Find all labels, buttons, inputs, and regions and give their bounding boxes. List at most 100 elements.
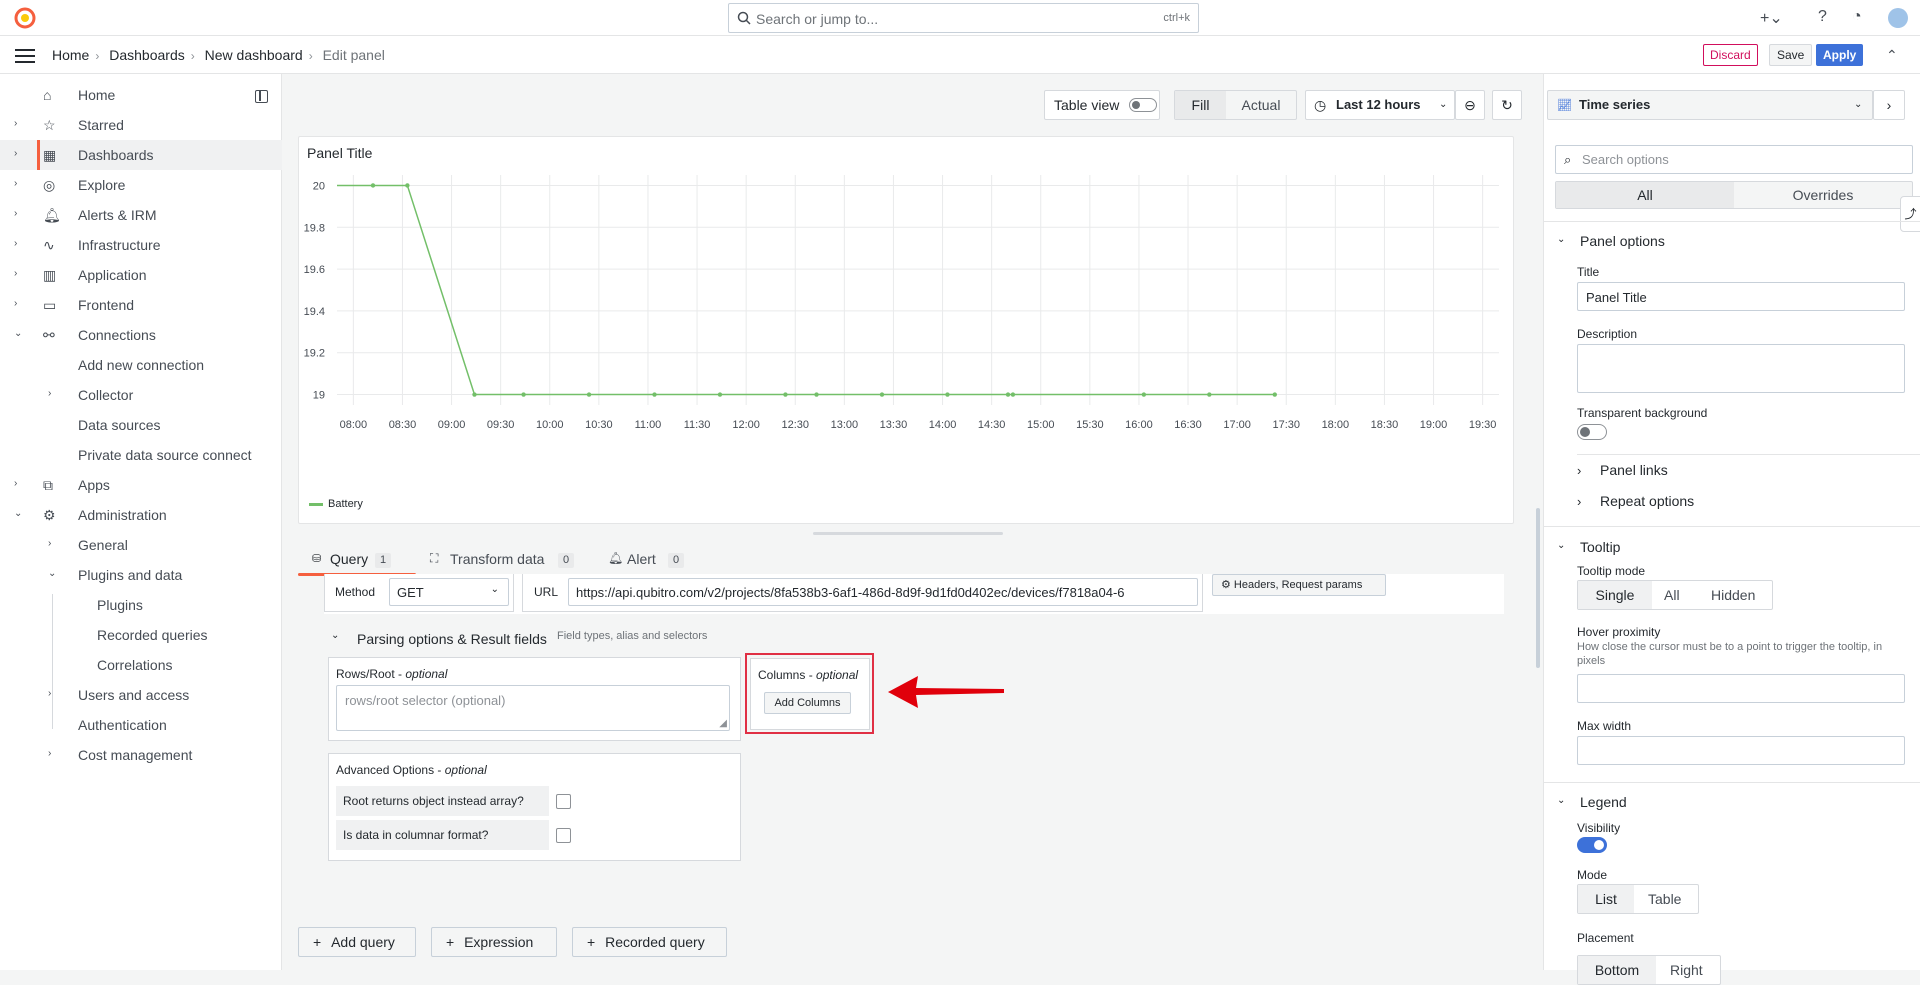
search-input[interactable]: Search or jump to... ctrl+k [728, 3, 1199, 33]
chevron-icon[interactable]: ⌄ [48, 568, 56, 579]
tooltip-mode-single[interactable]: Single [1578, 581, 1652, 609]
legend-header[interactable]: ⌄ Legend [1544, 787, 1920, 817]
sidebar-item-collector[interactable]: › Collector [0, 380, 282, 410]
repeat-options-header[interactable]: › Repeat options [1564, 486, 1920, 516]
tab-overrides[interactable]: Overrides [1734, 182, 1912, 208]
data-point[interactable] [945, 392, 950, 397]
tooltip-header[interactable]: ⌄ Tooltip [1544, 532, 1920, 562]
sidebar-item-authentication[interactable]: Authentication [0, 710, 282, 740]
chevron-down-icon[interactable]: ⌄ [331, 630, 339, 641]
sidebar-item-plugins-and-data[interactable]: ⌄ Plugins and data [0, 560, 282, 590]
max-width-input[interactable] [1577, 736, 1905, 765]
data-point[interactable] [879, 392, 885, 397]
data-point[interactable] [472, 392, 477, 397]
sidebar-item-plugins[interactable]: Plugins [0, 590, 282, 620]
root-object-checkbox[interactable] [556, 794, 571, 809]
add-new-icon[interactable]: +⌄ [1760, 8, 1783, 28]
sidebar-item-cost-management[interactable]: › Cost management [0, 740, 282, 770]
tooltip-mode-hidden[interactable]: Hidden [1711, 587, 1755, 603]
sidebar-item-administration[interactable]: ⌄ ⚙ Administration [0, 500, 282, 530]
data-point[interactable] [370, 183, 376, 188]
sidebar-item-recorded-queries[interactable]: Recorded queries [0, 620, 282, 650]
sidebar-item-infrastructure[interactable]: › ∿ Infrastructure [0, 230, 282, 260]
splitter-handle[interactable] [813, 532, 1003, 535]
sidebar-item-connections[interactable]: ⌄ ⚯ Connections [0, 320, 282, 350]
transparent-toggle[interactable] [1577, 424, 1607, 440]
table-view-toggle[interactable]: Table view [1044, 90, 1160, 120]
data-point[interactable] [1141, 392, 1147, 397]
sidebar-item-correlations[interactable]: Correlations [0, 650, 282, 680]
data-point[interactable] [405, 183, 410, 188]
chevron-icon[interactable]: › [14, 268, 17, 279]
save-button[interactable]: Save [1769, 44, 1813, 66]
rows-root-input[interactable]: rows/root selector (optional) ◢ [336, 685, 730, 731]
chevron-icon[interactable]: › [48, 538, 51, 549]
sidebar-item-frontend[interactable]: › ▭ Frontend [0, 290, 282, 320]
data-point[interactable] [1272, 392, 1277, 397]
grafana-logo-icon[interactable] [13, 6, 37, 30]
sidebar-item-general[interactable]: › General [0, 530, 282, 560]
time-picker[interactable]: ◷ Last 12 hours ⌄ [1305, 90, 1455, 120]
chevron-icon[interactable]: › [14, 208, 17, 219]
chevron-icon[interactable]: › [14, 298, 17, 309]
placement-right[interactable]: Right [1670, 962, 1703, 978]
recorded-query-button[interactable]: + Recorded query [572, 927, 727, 957]
chevron-icon[interactable]: › [14, 178, 17, 189]
tab-all[interactable]: All [1556, 182, 1734, 208]
expression-button[interactable]: + Expression [431, 927, 557, 957]
visualization-picker[interactable]: 📈︎ Time series ⌄ [1547, 90, 1873, 120]
add-query-button[interactable]: + Add query [298, 927, 416, 957]
news-icon[interactable]: ◔ [1852, 8, 1862, 26]
sidebar-item-explore[interactable]: › ◎ Explore [0, 170, 282, 200]
table-view-switch[interactable] [1129, 98, 1157, 112]
breadcrumb-home[interactable]: Home [52, 47, 89, 63]
chevron-icon[interactable]: › [14, 478, 17, 489]
search-options-input[interactable]: ⌕ Search options [1555, 145, 1913, 174]
sidebar-item-dashboards[interactable]: › ▦ Dashboards [0, 140, 282, 170]
parsing-title[interactable]: Parsing options & Result fields [357, 631, 547, 647]
sidebar-item-add-new-connection[interactable]: Add new connection [0, 350, 282, 380]
columnar-checkbox[interactable] [556, 828, 571, 843]
legend-mode-table[interactable]: Table [1648, 891, 1681, 907]
data-point[interactable] [783, 392, 788, 397]
sidebar-item-data-sources[interactable]: Data sources [0, 410, 282, 440]
discard-button[interactable]: Discard [1703, 44, 1758, 66]
headers-params-button[interactable]: ⚙ Headers, Request params [1212, 574, 1386, 596]
visibility-toggle[interactable] [1577, 837, 1607, 853]
chevron-icon[interactable]: › [48, 748, 51, 759]
data-point[interactable] [1207, 392, 1212, 397]
refresh-icon[interactable]: ↻ [1492, 90, 1522, 120]
chevron-icon[interactable]: › [48, 688, 51, 699]
panel-links-header[interactable]: › Panel links [1564, 455, 1920, 485]
legend-mode-list[interactable]: List [1578, 885, 1634, 913]
hover-proximity-input[interactable] [1577, 674, 1905, 703]
data-point[interactable] [717, 392, 723, 397]
url-input[interactable]: https://api.qubitro.com/v2/projects/8fa5… [568, 578, 1198, 606]
avatar[interactable] [1888, 8, 1908, 28]
fill-option[interactable]: Fill [1175, 91, 1226, 119]
sidebar-item-home[interactable]: ⌂ Home [0, 80, 282, 110]
sidebar-item-starred[interactable]: › ☆ Starred [0, 110, 282, 140]
chevron-icon[interactable]: › [14, 148, 17, 159]
method-select[interactable]: GET ⌄ [389, 578, 509, 606]
main-scrollbar[interactable] [1536, 508, 1540, 668]
placement-bottom[interactable]: Bottom [1578, 956, 1656, 984]
collapse-icon[interactable]: ⌃ [1886, 47, 1898, 64]
sidebar-item-alerts-irm[interactable]: › 🔔︎ Alerts & IRM [0, 200, 282, 230]
breadcrumb-dashboards[interactable]: Dashboards [109, 47, 185, 63]
data-point[interactable] [586, 392, 592, 397]
sidebar-item-private-data-source-connect[interactable]: Private data source connect [0, 440, 282, 470]
panel-options-header[interactable]: ⌄ Panel options [1544, 226, 1920, 256]
add-columns-button[interactable]: Add Columns [764, 692, 851, 714]
chevron-icon[interactable]: ⌄ [14, 508, 22, 519]
chevron-icon[interactable]: › [14, 118, 17, 129]
data-point[interactable] [1005, 392, 1011, 397]
breadcrumb-new-dashboard[interactable]: New dashboard [205, 47, 303, 63]
data-point[interactable] [652, 392, 657, 397]
sidebar-item-users-and-access[interactable]: › Users and access [0, 680, 282, 710]
data-point[interactable] [814, 392, 819, 397]
data-point[interactable] [521, 392, 526, 397]
apply-button[interactable]: Apply [1816, 44, 1864, 66]
chevron-icon[interactable]: ⌄ [14, 328, 22, 339]
description-textarea[interactable] [1577, 344, 1905, 393]
